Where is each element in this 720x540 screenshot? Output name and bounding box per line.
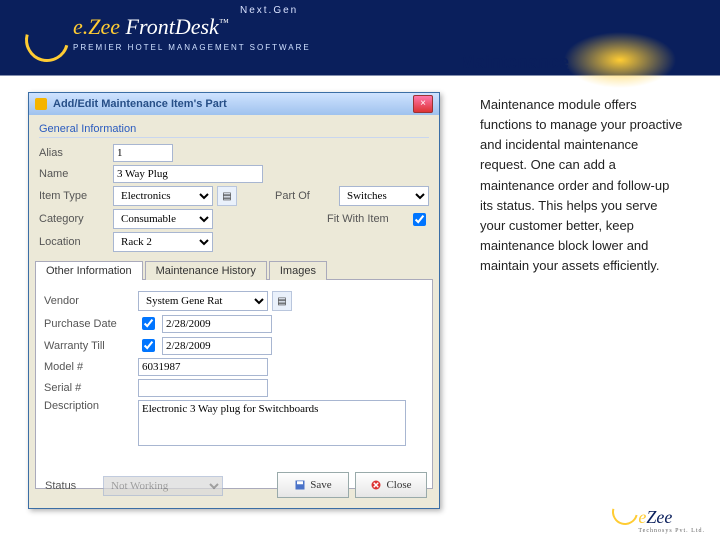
label-item-type: Item Type — [39, 190, 109, 202]
warranty-till-checkbox[interactable] — [142, 339, 155, 352]
close-icon — [370, 479, 382, 491]
item-type-lookup-button[interactable]: ▤ — [217, 186, 237, 206]
label-status: Status — [45, 480, 95, 492]
label-location: Location — [39, 236, 109, 248]
brand-tagline: PREMIER HOTEL MANAGEMENT SOFTWARE — [73, 43, 311, 52]
brand-name: FrontDesk — [126, 14, 219, 39]
label-fit-with-item: Fit With Item — [327, 213, 405, 225]
tabstrip: Other Information Maintenance History Im… — [35, 260, 433, 280]
save-icon — [294, 479, 306, 491]
dialog-titlebar[interactable]: Add/Edit Maintenance Item's Part × — [29, 93, 439, 115]
tab-maintenance-history[interactable]: Maintenance History — [145, 261, 267, 280]
save-button[interactable]: Save — [277, 472, 349, 498]
divider — [39, 137, 429, 138]
page-description: Maintenance module offers functions to m… — [480, 95, 685, 276]
name-field[interactable] — [113, 165, 263, 183]
brand-nextgen: Next.Gen — [240, 5, 298, 16]
vendor-lookup-button[interactable]: ▤ — [272, 291, 292, 311]
label-serial: Serial # — [44, 382, 134, 394]
fit-with-item-checkbox[interactable] — [413, 213, 426, 226]
close-label: Close — [386, 479, 411, 491]
status-select: Not Working — [103, 476, 223, 496]
part-of-select[interactable]: Switches — [339, 186, 429, 206]
maintenance-dialog: Add/Edit Maintenance Item's Part × Gener… — [28, 92, 440, 509]
tab-other-info[interactable]: Other Information — [35, 261, 143, 280]
purchase-date-field[interactable] — [162, 315, 272, 333]
tab-panel-other: Vendor System Gene Rat ▤ Purchase Date W… — [35, 280, 433, 489]
label-alias: Alias — [39, 147, 109, 159]
logo-crescent-icon — [17, 10, 77, 70]
purchase-date-checkbox[interactable] — [142, 317, 155, 330]
alias-field[interactable] — [113, 144, 173, 162]
footer-company: Technosys Pvt. Ltd. — [638, 528, 705, 534]
warranty-till-field[interactable] — [162, 337, 272, 355]
description-field[interactable]: Electronic 3 Way plug for Switchboards — [138, 400, 406, 446]
dialog-buttons: Save Close — [277, 472, 427, 498]
tab-images[interactable]: Images — [269, 261, 327, 280]
group-general-label: General Information — [29, 115, 439, 135]
general-form: Alias Name Item Type Electronics ▤ Part … — [29, 144, 439, 252]
dialog-close-button[interactable]: × — [413, 95, 433, 113]
model-field[interactable] — [138, 358, 268, 376]
label-name: Name — [39, 168, 109, 180]
dialog-app-icon — [35, 98, 47, 110]
label-vendor: Vendor — [44, 295, 134, 307]
close-button[interactable]: Close — [355, 472, 427, 498]
brand-prefix: e.Zee — [73, 14, 126, 39]
status-row: Status Not Working — [45, 476, 223, 496]
save-label: Save — [310, 479, 331, 491]
footer-brand: eZee Technosys Pvt. Ltd. — [638, 507, 705, 534]
label-model: Model # — [44, 361, 134, 373]
label-description: Description — [44, 400, 134, 412]
category-select[interactable]: Consumable — [113, 209, 213, 229]
page-title: Maintenance — [460, 52, 569, 73]
label-part-of: Part Of — [275, 190, 335, 202]
dialog-title: Add/Edit Maintenance Item's Part — [53, 98, 413, 110]
item-type-select[interactable]: Electronics — [113, 186, 213, 206]
location-select[interactable]: Rack 2 — [113, 232, 213, 252]
footer-crescent-icon — [607, 494, 643, 530]
label-warranty-till: Warranty Till — [44, 340, 134, 352]
serial-field[interactable] — [138, 379, 268, 397]
brand-product: e.Zee FrontDesk™ — [73, 14, 229, 40]
label-purchase-date: Purchase Date — [44, 318, 134, 330]
footer-name: Zee — [646, 507, 672, 527]
brand-header: Next.Gen e.Zee FrontDesk™ PREMIER HOTEL … — [25, 8, 720, 78]
brand-tm: ™ — [219, 18, 229, 29]
label-category: Category — [39, 213, 109, 225]
vendor-select[interactable]: System Gene Rat — [138, 291, 268, 311]
